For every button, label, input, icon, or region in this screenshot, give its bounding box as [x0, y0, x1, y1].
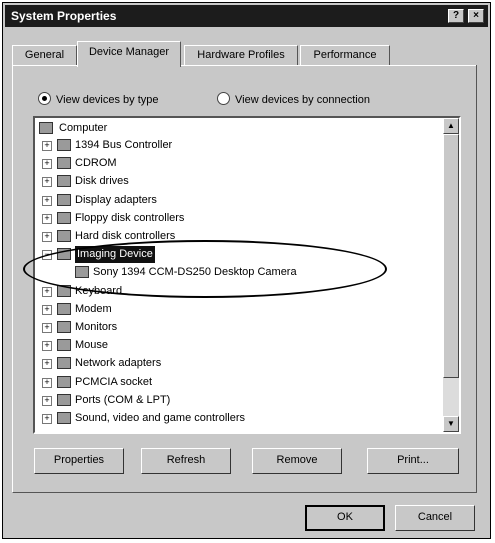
expand-icon[interactable]: +: [42, 304, 52, 315]
expand-icon[interactable]: +: [42, 341, 52, 352]
pcmcia-icon: [57, 375, 71, 388]
radio-view-by-connection[interactable]: View devices by connection: [217, 92, 370, 106]
expand-icon[interactable]: +: [42, 213, 52, 224]
scroll-down-button[interactable]: ▼: [443, 416, 459, 432]
title-bar[interactable]: System Properties ? ×: [5, 5, 488, 27]
tree-item-label: Mouse: [75, 339, 109, 352]
tree-item-label: Modem: [75, 302, 112, 315]
modem-icon: [57, 302, 71, 315]
display-icon: [57, 193, 71, 206]
scroll-thumb[interactable]: [443, 134, 459, 378]
device-tree[interactable]: Computer +1394 Bus Controller + CDROM + Disk…: [33, 116, 461, 434]
vertical-scrollbar[interactable]: ▲ ▼: [443, 118, 459, 432]
expand-icon[interactable]: +: [42, 159, 52, 170]
expand-icon[interactable]: +: [42, 395, 52, 406]
radio-by-connection-label: View devices by connection: [235, 94, 370, 106]
keyboard-icon: [57, 284, 71, 297]
mouse-icon: [57, 339, 71, 352]
expand-icon[interactable]: +: [42, 414, 52, 424]
tab-general[interactable]: General: [12, 45, 77, 65]
radio-by-type-label: View devices by type: [56, 94, 159, 106]
disk-icon: [57, 175, 71, 188]
properties-button[interactable]: Properties: [34, 448, 124, 474]
tree-item-label: PCMCIA socket: [75, 375, 153, 388]
print-button[interactable]: Print...: [367, 448, 459, 474]
tree-item-label: Disk drives: [75, 175, 129, 188]
computer-icon: [39, 122, 53, 134]
refresh-button[interactable]: Refresh: [141, 448, 231, 474]
tree-item-label: Sony 1394 CCM-DS250 Desktop Camera: [93, 266, 297, 279]
bus-icon: [57, 139, 71, 151]
sound-icon: [57, 412, 71, 424]
cancel-button[interactable]: Cancel: [395, 505, 475, 531]
radio-selected-icon: [38, 92, 51, 105]
tree-item-label: Network adapters: [75, 357, 162, 370]
tab-performance[interactable]: Performance: [300, 45, 390, 65]
tree-item-label: Display adapters: [75, 193, 157, 206]
close-button[interactable]: ×: [468, 9, 484, 23]
expand-icon[interactable]: +: [42, 141, 52, 151]
floppy-icon: [57, 211, 71, 224]
tab-hardware-profiles[interactable]: Hardware Profiles: [184, 45, 298, 65]
radio-unselected-icon: [217, 92, 230, 105]
ok-button[interactable]: OK: [305, 505, 385, 531]
cdrom-icon: [57, 157, 71, 170]
network-icon: [57, 357, 71, 370]
tree-root-label: Computer: [59, 122, 108, 134]
remove-button[interactable]: Remove: [252, 448, 342, 474]
hdd-icon: [57, 230, 71, 242]
expand-icon[interactable]: +: [42, 359, 52, 370]
expand-icon[interactable]: +: [42, 286, 52, 297]
camera-icon: [57, 248, 71, 261]
tree-item-label: Sound, video and game controllers: [75, 412, 245, 424]
tree-item-label: Monitors: [75, 321, 118, 333]
tree-item-label: Floppy disk controllers: [75, 211, 185, 224]
window-title: System Properties: [11, 9, 117, 23]
expand-icon[interactable]: +: [42, 195, 52, 206]
expand-icon[interactable]: +: [42, 323, 52, 333]
expand-icon[interactable]: +: [42, 377, 52, 388]
tree-item-label: Ports (COM & LPT): [75, 393, 171, 406]
tree-item-label: Hard disk controllers: [75, 230, 176, 242]
collapse-icon[interactable]: −: [42, 250, 52, 261]
tab-device-manager[interactable]: Device Manager: [77, 41, 181, 67]
expand-icon[interactable]: +: [42, 232, 52, 242]
tree-item-label: Imaging Device: [75, 246, 155, 264]
scroll-up-button[interactable]: ▲: [443, 118, 459, 134]
tree-item-label: Keyboard: [75, 284, 123, 297]
ports-icon: [57, 393, 71, 406]
tree-item-label: 1394 Bus Controller: [75, 139, 173, 151]
monitor-icon: [57, 321, 71, 333]
radio-view-by-type[interactable]: View devices by type: [38, 92, 159, 106]
help-button[interactable]: ?: [448, 9, 464, 23]
expand-icon[interactable]: +: [42, 177, 52, 188]
camera-icon: [75, 266, 89, 279]
tree-item-label: CDROM: [75, 157, 117, 170]
